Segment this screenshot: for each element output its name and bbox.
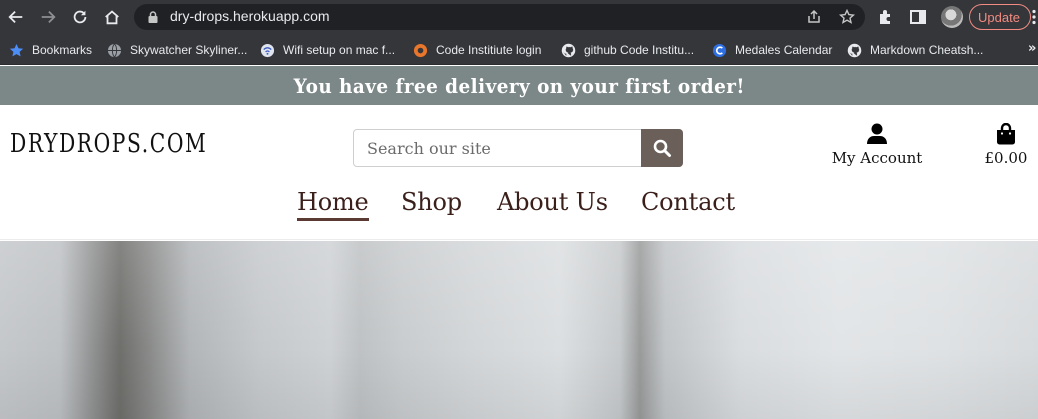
search-icon [653,139,671,157]
share-icon[interactable] [806,9,822,25]
nav-contact-link[interactable]: Contact [641,188,735,216]
star-icon [9,43,24,56]
my-account-label: My Account [831,149,923,167]
nav-shop-link[interactable]: Shop [401,188,462,216]
nav-home-link[interactable]: Home [297,188,369,221]
bookmark-item[interactable]: Code Institiute login [413,41,541,59]
bookmark-label: github Code Institu... [584,43,695,57]
bookmark-label: Medales Calendar [735,43,833,57]
back-icon[interactable] [5,6,27,28]
address-bar[interactable]: dry-drops.herokuapp.com [134,4,865,30]
main-nav: Home Shop About Us Contact [0,188,1038,228]
code-institute-icon [413,43,428,57]
cart-link[interactable]: £0.00 [980,123,1032,167]
bookmark-item[interactable]: Wifi setup on mac f... [260,41,395,59]
side-panel-icon[interactable] [909,8,927,26]
bookmark-label: Bookmarks [32,43,93,57]
home-icon[interactable] [101,6,123,28]
promo-text: You have free delivery on your first ord… [293,73,745,98]
bookmark-label: Wifi setup on mac f... [283,43,396,57]
github-icon [847,43,862,57]
browser-toolbar: dry-drops.herokuapp.com Update [0,0,1038,34]
extensions-icon[interactable] [877,8,895,26]
globe-icon [107,43,122,57]
calendar-site-icon [712,43,727,57]
github-icon [561,43,576,57]
bookmark-star-icon[interactable] [839,9,855,25]
bookmark-label: Code Institiute login [436,43,542,57]
forward-icon[interactable] [37,6,59,28]
bookmark-item[interactable]: Skywatcher Skyliner... [107,41,247,59]
hero-image [0,241,1038,419]
lock-icon[interactable] [146,10,160,24]
update-button[interactable]: Update [969,4,1031,30]
promo-banner: You have free delivery on your first ord… [0,66,1038,105]
bookmarks-bar: Bookmarks Skywatcher Skyliner... Wifi se… [0,34,1038,65]
wifi-site-icon [260,43,275,57]
profile-avatar[interactable] [941,6,963,28]
menu-kebab-icon[interactable] [1030,9,1038,25]
bookmark-item[interactable]: Bookmarks [9,41,92,59]
search-input[interactable] [353,129,642,167]
site-logo[interactable]: DRYDROPS.COM [10,129,207,159]
user-icon [867,123,887,144]
my-account-link[interactable]: My Account [824,123,930,167]
bookmark-label: Markdown Cheatsh... [870,43,984,57]
bookmark-item[interactable]: Medales Calendar [712,41,832,59]
search-button[interactable] [641,129,683,167]
nav-about-us-link[interactable]: About Us [497,188,608,216]
shopping-bag-icon [997,123,1015,145]
cart-total: £0.00 [984,149,1028,167]
more-bookmarks-chevron[interactable]: » [1028,41,1036,56]
reload-icon[interactable] [69,6,91,28]
url-text: dry-drops.herokuapp.com [170,8,330,24]
bookmark-item[interactable]: github Code Institu... [561,41,694,59]
bookmark-item[interactable]: Markdown Cheatsh... [847,41,983,59]
bookmark-label: Skywatcher Skyliner... [130,43,248,57]
